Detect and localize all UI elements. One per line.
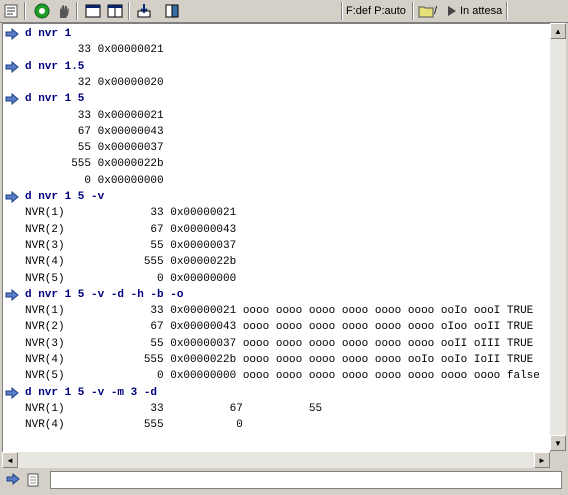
output-line: NVR(4) 555 0 (25, 419, 243, 432)
output-line: NVR(2) 67 0x00000043 oooo oooo oooo oooo… (25, 321, 534, 334)
toolbar-separator (128, 2, 130, 20)
scroll-down-button[interactable]: ▼ (550, 435, 566, 451)
prompt-arrow-icon (5, 28, 19, 40)
output-line: 67 0x00000043 (25, 125, 164, 138)
scroll-up-button[interactable]: ▲ (550, 23, 566, 39)
command-line: d nvr 1 5 -v -d -h -b -o (25, 288, 184, 301)
output-line: NVR(3) 55 0x00000037 (25, 239, 237, 252)
command-line: d nvr 1 5 (25, 93, 85, 106)
format-label: F:def P:auto (346, 5, 406, 17)
properties-icon[interactable] (2, 2, 20, 20)
prompt-arrow-icon (5, 60, 19, 73)
toolbar-separator (341, 2, 343, 20)
command-line: d nvr 1.5 (25, 60, 85, 73)
prompt-arrow-icon (6, 472, 20, 488)
book-icon[interactable] (163, 2, 181, 20)
output-line: 0 0x00000000 (25, 174, 164, 187)
prompt-arrow-icon (5, 191, 19, 203)
scroll-left-button[interactable]: ◄ (2, 452, 18, 468)
toolbar: F:def P:auto / In attesa (0, 0, 568, 23)
window-icon[interactable] (84, 2, 102, 20)
prompt-arrow-icon (5, 386, 19, 399)
output-line: NVR(1) 33 67 55 (25, 402, 323, 415)
document-icon[interactable] (26, 473, 40, 490)
folder-suffix: / (434, 5, 438, 17)
stop-hand-icon[interactable] (55, 2, 73, 20)
command-line: d nvr 1 (25, 28, 72, 40)
run-icon[interactable] (33, 2, 51, 20)
prompt-arrow-icon (5, 93, 19, 106)
toolbar-separator (76, 2, 78, 20)
scroll-right-button[interactable]: ► (534, 452, 550, 468)
output-line: NVR(5) 0 0x00000000 oooo oooo oooo oooo … (25, 370, 540, 383)
download-icon[interactable] (135, 2, 153, 20)
output-line: NVR(4) 555 0x0000022b oooo oooo oooo ooo… (25, 354, 534, 366)
play-icon[interactable] (443, 2, 461, 20)
output-line: NVR(5) 0 0x00000000 (25, 272, 237, 285)
toolbar-separator (24, 2, 26, 20)
command-line: d nvr 1 5 -v -m 3 -d (25, 386, 158, 399)
output-line: NVR(3) 55 0x00000037 oooo oooo oooo oooo… (25, 337, 534, 350)
output-line: NVR(4) 555 0x0000022b (25, 256, 237, 269)
command-line: d nvr 1 5 -v (25, 191, 105, 203)
scroll-corner (550, 452, 566, 468)
output-line: 55 0x00000037 (25, 142, 164, 155)
output-line: 555 0x0000022b (25, 158, 164, 171)
toolbar-separator (412, 2, 414, 20)
output-line: 33 0x00000021 (25, 109, 164, 122)
vertical-scrollbar[interactable]: ▲ ▼ (550, 23, 566, 451)
horizontal-scrollbar[interactable]: ◄ ► (2, 452, 550, 468)
prompt-arrow-icon (5, 288, 19, 301)
window-split-icon[interactable] (106, 2, 124, 20)
output-line: 33 0x00000021 (25, 44, 164, 57)
folder-icon[interactable] (417, 2, 435, 20)
command-input[interactable] (50, 471, 562, 489)
status-label: In attesa (460, 5, 503, 17)
output-line: 32 0x00000020 (25, 76, 164, 89)
toolbar-separator (506, 2, 508, 20)
output-console[interactable]: d nvr 1 33 0x00000021 d nvr 1.5 32 0x0000… (2, 23, 551, 453)
output-line: NVR(2) 67 0x00000043 (25, 223, 237, 236)
input-bar (0, 468, 568, 495)
output-line: NVR(1) 33 0x00000021 (25, 207, 237, 220)
output-line: NVR(1) 33 0x00000021 oooo oooo oooo oooo… (25, 305, 534, 318)
